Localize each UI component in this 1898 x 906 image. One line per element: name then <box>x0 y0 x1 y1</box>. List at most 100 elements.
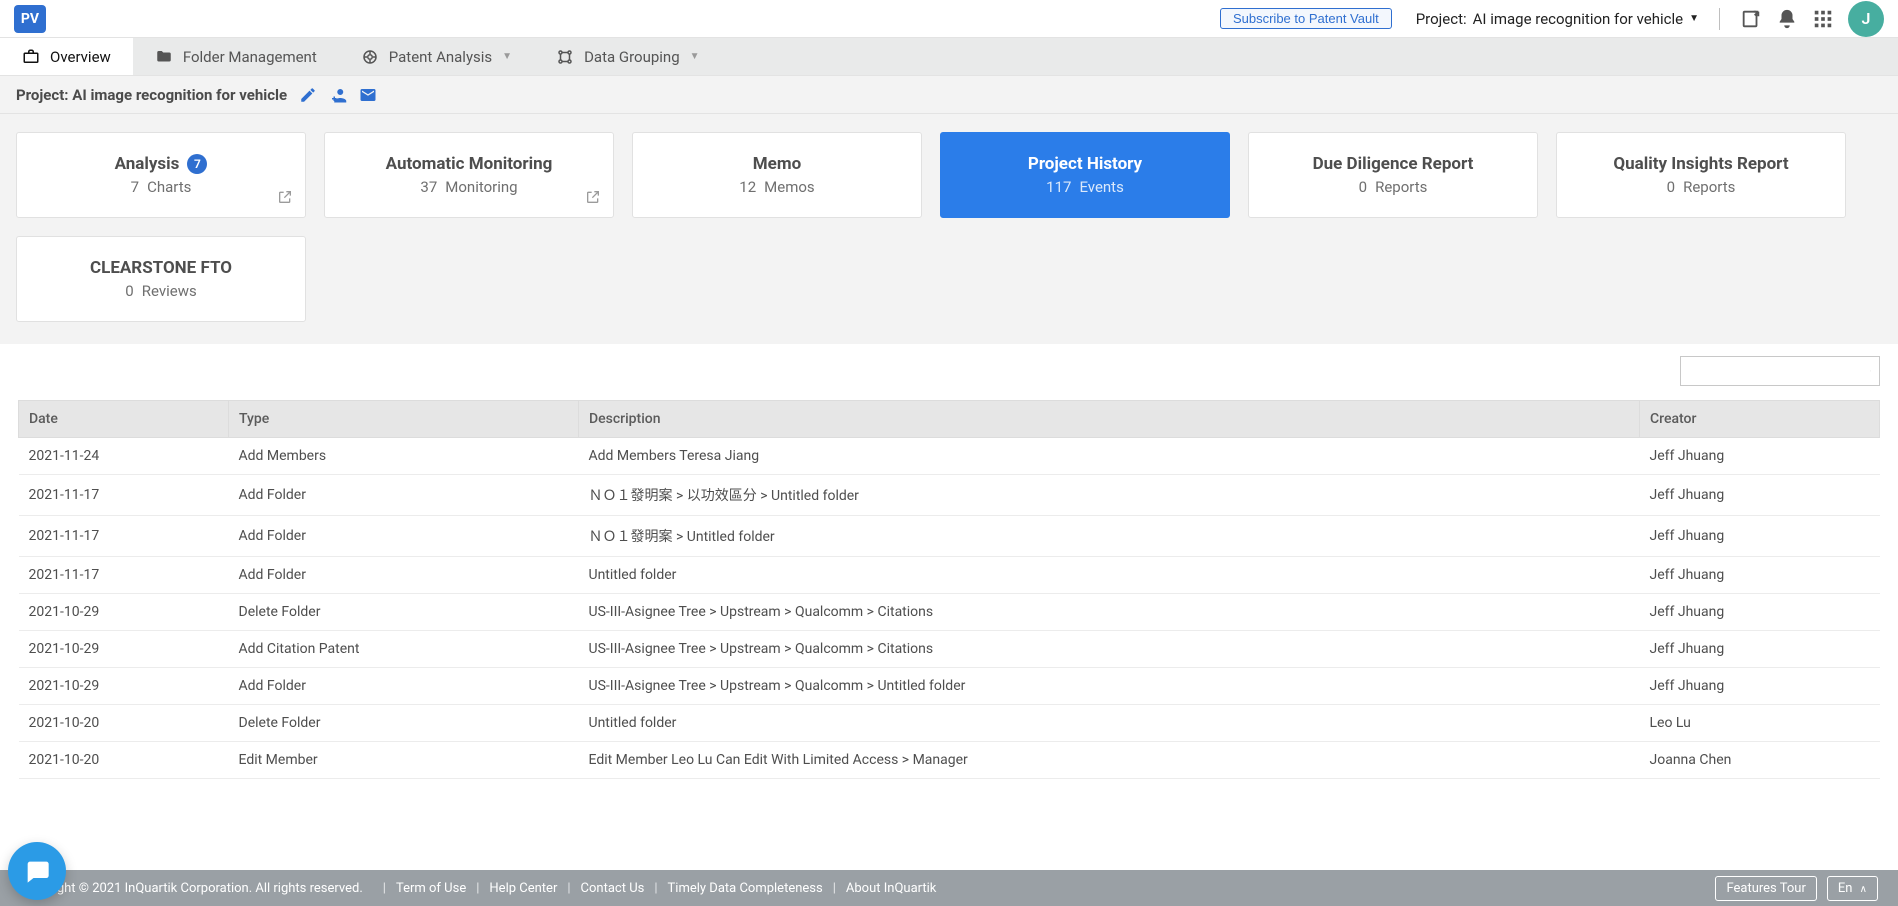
cell-creator: Jeff Jhuang <box>1640 631 1880 668</box>
footer-link-contact-us[interactable]: Contact Us <box>581 881 645 896</box>
col-type[interactable]: Type <box>229 401 579 438</box>
cell-date: 2021-10-20 <box>19 705 229 742</box>
folder-icon <box>155 48 173 66</box>
card-unit: Charts <box>147 178 191 196</box>
divider: | <box>476 881 479 896</box>
card-quality-insights-report[interactable]: Quality Insights Report0Reports <box>1556 132 1846 218</box>
card-title: Quality Insights Report <box>1613 154 1788 174</box>
cell-type: Add Folder <box>229 557 579 594</box>
col-date[interactable]: Date <box>19 401 229 438</box>
card-analysis[interactable]: Analysis77Charts <box>16 132 306 218</box>
cell-type: Edit Member <box>229 742 579 779</box>
card-count: 0 <box>125 282 133 300</box>
export-icon[interactable] <box>1740 8 1762 30</box>
card-due-diligence-report[interactable]: Due Diligence Report0Reports <box>1248 132 1538 218</box>
card-project-history[interactable]: Project History117Events <box>940 132 1230 218</box>
cell-date: 2021-11-17 <box>19 516 229 557</box>
cell-date: 2021-11-17 <box>19 475 229 516</box>
search-input[interactable] <box>1689 363 1870 379</box>
caret-down-icon: ▼ <box>690 51 700 62</box>
tab-folder-management[interactable]: Folder Management <box>133 38 339 75</box>
cell-creator: Joanna Chen <box>1640 742 1880 779</box>
cell-date: 2021-11-17 <box>19 557 229 594</box>
footer: Copyright © 2021 InQuartik Corporation. … <box>0 870 1898 906</box>
card-badge: 7 <box>187 154 207 174</box>
card-count: 7 <box>131 178 139 196</box>
table-row[interactable]: 2021-10-20Edit MemberEdit Member Leo Lu … <box>19 742 1880 779</box>
card-unit: Reports <box>1683 178 1735 196</box>
table-row[interactable]: 2021-10-20Delete FolderUntitled folderLe… <box>19 705 1880 742</box>
cell-desc: Untitled folder <box>579 705 1640 742</box>
features-tour-button[interactable]: Features Tour <box>1715 876 1816 901</box>
card-unit: Reviews <box>142 282 197 300</box>
cell-desc: US-III-Asignee Tree > Upstream > Qualcom… <box>579 631 1640 668</box>
table-row[interactable]: 2021-10-29Add Citation PatentUS-III-Asig… <box>19 631 1880 668</box>
cell-date: 2021-10-20 <box>19 742 229 779</box>
cell-creator: Jeff Jhuang <box>1640 557 1880 594</box>
tab-label: Overview <box>50 48 111 66</box>
cell-type: Add Citation Patent <box>229 631 579 668</box>
overview-cards: Analysis77ChartsAutomatic Monitoring37Mo… <box>0 114 1898 344</box>
tab-overview[interactable]: Overview <box>0 38 133 75</box>
cell-type: Add Members <box>229 438 579 475</box>
card-unit: Events <box>1079 178 1123 196</box>
subscribe-button[interactable]: Subscribe to Patent Vault <box>1220 8 1392 29</box>
search-box[interactable] <box>1680 356 1880 386</box>
cell-date: 2021-10-29 <box>19 668 229 705</box>
card-clearstone-fto[interactable]: CLEARSTONE FTO0Reviews <box>16 236 306 322</box>
popout-icon[interactable] <box>277 189 293 205</box>
col-description[interactable]: Description <box>579 401 1640 438</box>
cell-type: Delete Folder <box>229 705 579 742</box>
add-user-icon[interactable] <box>329 86 347 104</box>
bell-icon[interactable] <box>1776 8 1798 30</box>
table-row[interactable]: 2021-11-17Add FolderUntitled folderJeff … <box>19 557 1880 594</box>
cell-type: Add Folder <box>229 668 579 705</box>
table-row[interactable]: 2021-11-17Add FolderＮＯ１發明案 > 以功效區分 > Unt… <box>19 475 1880 516</box>
footer-link-term-of-use[interactable]: Term of Use <box>396 881 466 896</box>
cell-type: Add Folder <box>229 516 579 557</box>
table-row[interactable]: 2021-11-17Add FolderＮＯ１發明案 > Untitled fo… <box>19 516 1880 557</box>
mail-icon[interactable] <box>359 86 377 104</box>
logo[interactable]: PV <box>14 5 46 33</box>
popout-icon[interactable] <box>585 189 601 205</box>
footer-link-about-inquartik[interactable]: About InQuartik <box>846 881 936 896</box>
cell-creator: Jeff Jhuang <box>1640 516 1880 557</box>
caret-down-icon: ▼ <box>1689 13 1699 24</box>
tab-label: Patent Analysis <box>389 48 492 66</box>
edit-icon[interactable] <box>299 86 317 104</box>
tab-label: Folder Management <box>183 48 317 66</box>
footer-link-help-center[interactable]: Help Center <box>489 881 557 896</box>
cell-desc: Untitled folder <box>579 557 1640 594</box>
table-toolbar <box>0 344 1898 386</box>
cell-desc: US-III-Asignee Tree > Upstream > Qualcom… <box>579 668 1640 705</box>
main-nav: Overview Folder Management Patent Analysis… <box>0 38 1898 76</box>
cell-type: Add Folder <box>229 475 579 516</box>
cell-desc: Edit Member Leo Lu Can Edit With Limited… <box>579 742 1640 779</box>
table-row[interactable]: 2021-10-29Delete FolderUS-III-Asignee Tr… <box>19 594 1880 631</box>
table-row[interactable]: 2021-10-29Add FolderUS-III-Asignee Tree … <box>19 668 1880 705</box>
project-selector[interactable]: Project: AI image recognition for vehicl… <box>1416 10 1699 28</box>
col-creator[interactable]: Creator <box>1640 401 1880 438</box>
card-memo[interactable]: Memo12Memos <box>632 132 922 218</box>
apps-grid-icon[interactable] <box>1812 8 1834 30</box>
card-automatic-monitoring[interactable]: Automatic Monitoring37Monitoring <box>324 132 614 218</box>
tab-data-grouping[interactable]: Data Grouping ▼ <box>534 38 721 75</box>
page-header: Project: AI image recognition for vehicl… <box>0 76 1898 114</box>
language-toggle[interactable]: En ∧ <box>1827 876 1878 901</box>
tab-label: Data Grouping <box>584 48 680 66</box>
avatar[interactable]: J <box>1848 1 1884 37</box>
search-icon <box>1870 363 1871 379</box>
card-count: 12 <box>739 178 756 196</box>
tab-patent-analysis[interactable]: Patent Analysis▼ <box>339 38 534 75</box>
cell-creator: Jeff Jhuang <box>1640 594 1880 631</box>
cell-creator: Jeff Jhuang <box>1640 475 1880 516</box>
card-title: Memo <box>753 154 801 174</box>
cell-date: 2021-10-29 <box>19 631 229 668</box>
cell-desc: US-III-Asignee Tree > Upstream > Qualcom… <box>579 594 1640 631</box>
footer-link-timely-data-completeness[interactable]: Timely Data Completeness <box>668 881 823 896</box>
radar-icon <box>361 48 379 66</box>
cell-type: Delete Folder <box>229 594 579 631</box>
chat-bubble[interactable] <box>8 842 66 900</box>
table-row[interactable]: 2021-11-24Add MembersAdd Members Teresa … <box>19 438 1880 475</box>
project-prefix: Project: <box>1416 10 1467 28</box>
